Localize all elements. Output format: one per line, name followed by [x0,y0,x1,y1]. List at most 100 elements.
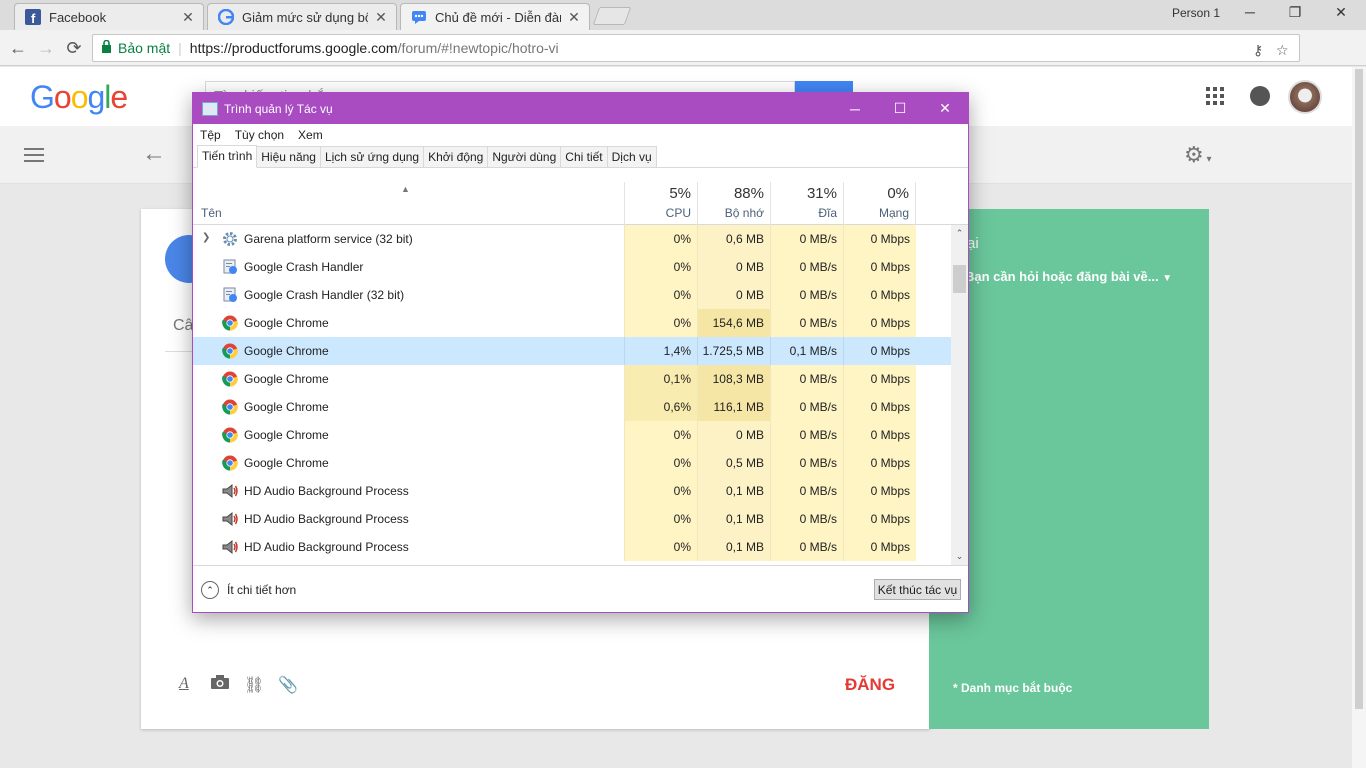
process-list-scrollbar[interactable]: ⌃ ⌄ [951,225,968,565]
page-scrollbar[interactable] [1352,67,1366,768]
process-row[interactable]: Google Chrome 1,4% 1.725,5 MB 0,1 MB/s 0 Mbp… [193,337,951,365]
expand-chevron-icon[interactable]: ❯ [202,232,210,243]
column-memory[interactable]: 88% Bộ nhớ [697,182,770,225]
process-cpu-value: 0% [624,449,697,477]
hamburger-menu-icon[interactable] [24,148,44,162]
process-row[interactable]: ❯ Garena platform service (32 bit) 0% 0,6 M… [193,225,951,253]
minimize-icon[interactable]: ─ [832,93,878,124]
tab-startup[interactable]: Khởi động [423,146,489,167]
column-header: ▲ Tên 5% CPU 88% Bộ nhớ 31% Đĩa 0% Mạng [193,182,968,225]
scroll-up-icon[interactable]: ⌃ [951,225,968,242]
process-row[interactable]: HD Audio Background Process 0% 0,1 MB 0 MB/… [193,477,951,505]
menu-view[interactable]: Xem [298,128,323,142]
column-cpu[interactable]: 5% CPU [624,182,697,225]
apps-grid-icon[interactable] [1206,87,1224,105]
link-icon[interactable]: ⛓ [244,675,264,695]
process-mem-value: 0 MB [697,253,770,281]
process-row[interactable]: Google Chrome 0% 0,5 MB 0 MB/s 0 Mbps [193,449,951,477]
minimize-icon[interactable]: ─ [1240,4,1260,20]
process-net-value: 0 Mbps [843,505,916,533]
account-avatar[interactable] [1288,80,1322,114]
process-row[interactable]: Google Chrome 0,1% 108,3 MB 0 MB/s 0 Mbps [193,365,951,393]
fewer-details-button[interactable]: ⌃ Ít chi tiết hơn [201,581,296,599]
format-text-icon[interactable]: A [179,675,189,693]
notifications-icon[interactable] [1250,86,1270,106]
process-net-value: 0 Mbps [843,449,916,477]
process-net-value: 0 Mbps [843,225,916,253]
star-icon[interactable]: ☆ [1276,42,1289,59]
profile-name[interactable]: Person 1 [1172,6,1220,20]
menu-file[interactable]: Tệp [200,128,221,142]
process-cpu-value: 0,6% [624,393,697,421]
process-mem-value: 0,6 MB [697,225,770,253]
tab-services[interactable]: Dịch vụ [606,146,657,167]
compose-placeholder[interactable]: Câ [173,317,193,335]
tab-details[interactable]: Chi tiết [560,146,608,167]
key-icon[interactable]: ⚷ [1253,42,1263,59]
process-net-value: 0 Mbps [843,253,916,281]
chrome-icon [222,371,238,387]
google-icon [218,9,234,25]
tab-new-topic[interactable]: Chủ đề mới - Diễn đàn H ✕ [400,3,590,30]
camera-icon[interactable] [211,675,229,694]
scroll-down-icon[interactable]: ⌄ [951,548,968,565]
google-logo[interactable]: Google [30,79,128,116]
category-dropdown[interactable]: Bạn cần hỏi hoặc đăng bài về... ▼ [965,269,1172,284]
process-row[interactable]: Google Crash Handler 0% 0 MB 0 MB/s 0 Mbps [193,253,951,281]
column-name[interactable]: Tên [201,206,222,220]
back-arrow-icon[interactable]: ← [142,140,166,168]
gear-service-icon [222,231,238,247]
end-task-button[interactable]: Kết thúc tác vụ [874,579,961,600]
process-net-value: 0 Mbps [843,337,916,365]
settings-gear-icon[interactable]: ⚙ ▾ [1184,142,1212,168]
attachment-icon[interactable]: 📎 [278,675,298,695]
process-row[interactable]: HD Audio Background Process 0% 0,1 MB 0 MB/… [193,505,951,533]
tab-performance[interactable]: Hiệu năng [256,146,321,167]
forum-icon [411,9,427,25]
process-row[interactable]: Google Chrome 0% 0 MB 0 MB/s 0 Mbps [193,421,951,449]
tab-google-help[interactable]: Giảm mức sử dụng bộ nh ✕ [207,3,397,30]
process-disk-value: 0 MB/s [770,393,843,421]
process-disk-value: 0 MB/s [770,477,843,505]
column-disk[interactable]: 31% Đĩa [770,182,843,225]
address-bar[interactable]: Bảo mật | https://productforums.google.c… [92,34,1300,62]
close-icon[interactable]: ✕ [374,9,388,26]
new-tab-button[interactable] [592,7,632,25]
process-disk-value: 0 MB/s [770,225,843,253]
process-list: ❯ Garena platform service (32 bit) 0% 0,6 M… [193,225,968,565]
close-icon[interactable]: ✕ [181,9,195,26]
tab-app-history[interactable]: Lịch sử ứng dụng [319,146,425,167]
menu-bar: Tệp Tùy chọn Xem [193,124,968,146]
task-manager-titlebar[interactable]: Trình quản lý Tác vụ ─ ☐ ✕ [193,93,968,124]
process-net-value: 0 Mbps [843,365,916,393]
process-row[interactable]: Google Chrome 0% 154,6 MB 0 MB/s 0 Mbps [193,309,951,337]
process-cpu-value: 0% [624,225,697,253]
process-mem-value: 0 MB [697,421,770,449]
chrome-icon [222,455,238,471]
back-icon[interactable]: ← [6,36,30,60]
tab-bar: Tiến trình Hiệu năng Lịch sử ứng dụng Kh… [193,145,968,168]
process-name: Google Chrome [244,456,329,470]
tab-title: Facebook [49,9,107,25]
tab-users[interactable]: Người dùng [487,146,562,167]
process-mem-value: 0,1 MB [697,477,770,505]
crash-handler-icon [222,287,238,303]
process-name: Google Chrome [244,344,329,358]
restore-icon[interactable]: ❐ [1285,4,1305,21]
process-row[interactable]: HD Audio Background Process 0% 0,1 MB 0 MB/… [193,533,951,561]
scroll-thumb[interactable] [953,265,966,293]
tab-processes[interactable]: Tiến trình [197,145,258,168]
maximize-icon[interactable]: ☐ [877,93,923,124]
process-row[interactable]: Google Chrome 0,6% 116,1 MB 0 MB/s 0 Mbps [193,393,951,421]
column-network[interactable]: 0% Mạng [843,182,916,225]
menu-options[interactable]: Tùy chọn [235,128,284,142]
close-icon[interactable]: ✕ [922,93,968,124]
process-cpu-value: 0% [624,477,697,505]
close-icon[interactable]: ✕ [567,9,581,26]
reload-icon[interactable]: ⟳ [62,36,86,60]
forward-icon[interactable]: → [34,36,58,60]
post-button[interactable]: ĐĂNG [845,675,895,695]
process-row[interactable]: Google Crash Handler (32 bit) 0% 0 MB 0 MB/… [193,281,951,309]
tab-facebook[interactable]: f Facebook ✕ [14,3,204,30]
close-window-icon[interactable]: ✕ [1331,4,1351,21]
